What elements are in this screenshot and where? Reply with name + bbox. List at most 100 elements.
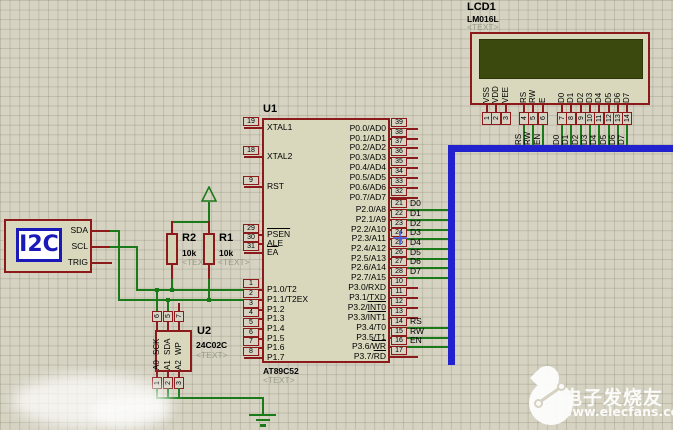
lcd-pin-label: VDD: [491, 80, 501, 103]
net-label: D1: [561, 121, 570, 145]
u1-pin-label: P3.6/WR: [286, 342, 386, 351]
u1-pin-number: 2: [243, 289, 259, 298]
u1-pin-number: 19: [243, 117, 259, 126]
ground-bar[interactable]: [260, 424, 266, 427]
net-label: D2: [571, 121, 580, 145]
u1-pin-number: 4: [243, 308, 259, 317]
wiring-layer: 19XTAL118XTAL29RST29PSEN30ALE31EA1P1.0/T…: [0, 0, 673, 430]
ground-bar[interactable]: [256, 419, 270, 421]
vcc-wire[interactable]: [171, 221, 210, 223]
net-label: D5: [599, 121, 608, 145]
i2c-scl-stub[interactable]: [92, 246, 112, 248]
u2-pin-number: 7: [174, 311, 184, 322]
lcd-pin-label: RW: [528, 80, 538, 103]
u1-pin-stub[interactable]: [244, 357, 262, 359]
r1-lead[interactable]: [208, 265, 210, 279]
r2-lead[interactable]: [171, 265, 173, 279]
net-wire[interactable]: [406, 346, 450, 348]
u1-pin-stub[interactable]: [244, 156, 262, 158]
u1-pin-number: 28: [391, 267, 407, 276]
u1-pin-number: 13: [391, 307, 407, 316]
watermark-smudge: [92, 396, 170, 428]
junction-dot: [207, 298, 211, 302]
u1-pin-number: 12: [391, 297, 407, 306]
lcd-pin-label: D1: [566, 80, 576, 103]
u1-pin-label: P3.0/RXD: [286, 283, 386, 292]
u1-pin-number: 31: [243, 242, 259, 251]
u2-pin-stub[interactable]: [178, 321, 180, 330]
u1-pin-label: P2.1/A9: [286, 215, 386, 224]
u1-pin-stub[interactable]: [244, 186, 262, 188]
u1-pin-number: 36: [391, 147, 407, 156]
u1-pin-label: P0.6/AD6: [286, 183, 386, 192]
ground-bar[interactable]: [249, 414, 276, 416]
sda-wire[interactable]: [118, 230, 120, 301]
u1-pin-number: 9: [243, 176, 259, 185]
u1-pin-number: 30: [243, 233, 259, 242]
u2-pin-stub[interactable]: [167, 321, 169, 330]
u1-pin-label: P2.3/A11: [286, 234, 386, 243]
u2-pin-wire[interactable]: [178, 388, 180, 399]
net-label: RW: [523, 121, 532, 145]
lcd-pin-number: 3: [501, 112, 511, 125]
u1-pin-number: 21: [391, 199, 407, 208]
u1-pin-label: P0.3/AD3: [286, 153, 386, 162]
gnd-wire[interactable]: [262, 397, 264, 414]
u2-pin-number: 5: [163, 311, 173, 322]
u2-pin-label: A0: [152, 351, 162, 370]
net-label: D7: [617, 121, 626, 145]
net-label: EN: [410, 336, 438, 345]
scl-wire[interactable]: [110, 246, 138, 248]
net-label: D0: [410, 199, 438, 208]
u1-pin-label: P0.7/AD7: [286, 193, 386, 202]
i2c-trig-stub[interactable]: [92, 262, 112, 264]
net-wire[interactable]: [406, 277, 450, 279]
r1-lead[interactable]: [208, 221, 210, 233]
u1-pin-number: 27: [391, 257, 407, 266]
net-label: RS: [514, 121, 523, 145]
sda-net-wire[interactable]: [118, 299, 246, 301]
u1-pin-number: 37: [391, 137, 407, 146]
vcc-stem[interactable]: [208, 202, 210, 222]
bus-horizontal[interactable]: [448, 145, 673, 152]
u1-pin-number: 1: [243, 279, 259, 288]
i2c-sda-stub[interactable]: [92, 230, 112, 232]
u1-pin-number: 14: [391, 317, 407, 326]
lcd-pin-label: VEE: [501, 80, 511, 103]
u1-pin-label: P3.3/INT1: [286, 313, 386, 322]
u1-pin-number: 32: [391, 187, 407, 196]
scl-wire[interactable]: [136, 246, 138, 291]
u1-pin-label: P3.7/RD: [286, 352, 386, 361]
junction-dot: [170, 288, 174, 292]
net-label: D3: [580, 121, 589, 145]
lcd-pin-label: E: [538, 80, 548, 103]
scl-net-wire[interactable]: [136, 289, 246, 291]
u1-pin-number: 34: [391, 167, 407, 176]
u1-pin-stub[interactable]: [390, 356, 418, 358]
u1-pin-stub[interactable]: [244, 127, 262, 129]
r2-lead[interactable]: [171, 221, 173, 233]
net-label: D0: [552, 121, 561, 145]
u2-gnd-wire[interactable]: [156, 397, 264, 399]
u1-pin-label: P0.2/AD2: [286, 143, 386, 152]
u2-pin-stub[interactable]: [156, 321, 158, 330]
bus-vertical[interactable]: [448, 145, 455, 365]
net-label: D4: [589, 121, 598, 145]
u1-pin-number: 3: [243, 299, 259, 308]
u1-pin-label: P0.4/AD4: [286, 163, 386, 172]
u1-pin-number: 39: [391, 118, 407, 127]
u2-sck-drop[interactable]: [156, 289, 158, 312]
net-label: D7: [410, 267, 438, 276]
net-label: D1: [410, 209, 438, 218]
u1-pin-label: P3.1/TXD: [286, 293, 386, 302]
net-label: D6: [608, 121, 617, 145]
lcd-pin-number: 2: [491, 112, 501, 125]
u1-pin-number: 29: [243, 224, 259, 233]
u1-pin-number: 10: [391, 277, 407, 286]
u1-pin-number: 35: [391, 157, 407, 166]
net-label: D6: [410, 257, 438, 266]
u1-pin-number: 22: [391, 209, 407, 218]
u1-pin-stub[interactable]: [244, 252, 262, 254]
junction-dot: [166, 298, 170, 302]
net-label: D3: [410, 228, 438, 237]
